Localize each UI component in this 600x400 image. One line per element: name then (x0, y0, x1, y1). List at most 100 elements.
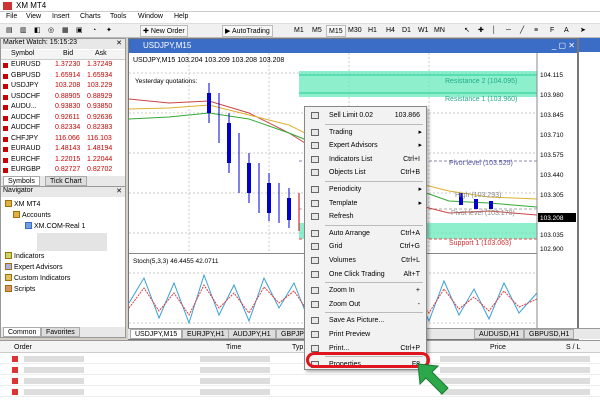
menu-insert[interactable]: Insert (52, 13, 70, 20)
new-chart-icon[interactable]: ▤ (4, 25, 15, 37)
tf-m30[interactable]: M30 (346, 25, 364, 37)
cursor-icon[interactable]: ↖ (462, 25, 472, 37)
new-order-button[interactable]: ✚ New Order (140, 25, 188, 37)
history-icon[interactable]: ◔ (90, 25, 98, 37)
col-time: Time (226, 344, 242, 351)
chart-tab-usdjpy[interactable]: USDJPY,M15 (130, 329, 183, 339)
tab-common[interactable]: Common (3, 327, 42, 337)
crosshair-icon[interactable]: ✚ (476, 25, 486, 37)
nav-root[interactable]: XM MT4 (5, 200, 40, 208)
menu-item-zoom-out[interactable]: Zoom Out - (305, 298, 426, 311)
market-watch-row[interactable]: USDCHF 0.88905 0.88929 (1, 93, 125, 104)
menu-item-grid[interactable]: Grid Ctrl+G (305, 240, 426, 253)
menu-item-print-preview[interactable]: Print Preview (305, 328, 426, 341)
menu-item-icon (311, 169, 319, 177)
tf-m15[interactable]: M15 (326, 25, 346, 37)
chart-tab-gbpusd[interactable]: GBPUSD,H1 (524, 329, 575, 339)
close-icon[interactable]: ✕ (116, 187, 122, 195)
menu-view[interactable]: View (26, 13, 41, 20)
menu-file[interactable]: File (6, 13, 17, 20)
table-row[interactable] (0, 354, 600, 364)
menu-item-icon (311, 243, 319, 251)
tester-icon[interactable]: ▣ (74, 25, 85, 37)
channel-icon[interactable]: ≡ (532, 25, 540, 37)
tf-d1[interactable]: D1 (400, 25, 413, 37)
menu-item-one-click-trading[interactable]: One Click Trading Alt+T (305, 268, 426, 281)
price-scale: 104.115 103.980 103.845 103.710 103.575 … (538, 72, 576, 253)
menu-item-icon (311, 257, 319, 264)
arrow-icon[interactable]: ➤ (578, 25, 588, 37)
menu-item-zoom-in[interactable]: Zoom In + (305, 284, 426, 297)
nav-accounts-label: Accounts (22, 212, 51, 219)
market-watch-row[interactable]: USDJPY 103.208 103.229 (1, 82, 125, 93)
tf-h1[interactable]: H1 (366, 25, 379, 37)
tab-tick-chart[interactable]: Tick Chart (45, 176, 87, 186)
menu-item-sell-limit-0-02[interactable]: Sell Limit 0.02 103.866 (305, 109, 426, 122)
menu-charts[interactable]: Charts (80, 13, 101, 20)
menu-item-auto-arrange[interactable]: Auto Arrange Ctrl+A (305, 227, 426, 240)
options-icon[interactable]: ✦ (104, 25, 114, 37)
menu-item-save-as-picture[interactable]: Save As Picture... (305, 314, 426, 327)
price-tick: 104.115 (540, 72, 563, 79)
nav-custom[interactable]: Custom Indicators (5, 274, 70, 282)
menu-item-template[interactable]: Template ▸ (305, 197, 426, 210)
tf-mn[interactable]: MN (432, 25, 447, 37)
terminal-icon[interactable]: ▦ (60, 25, 71, 37)
vertical-line-icon[interactable]: │ (490, 25, 498, 37)
market-watch-row[interactable]: AUDU... 0.93830 0.93850 (1, 103, 125, 114)
menu-item-objects-list[interactable]: Objects List Ctrl+B (305, 166, 426, 179)
bid: 0.82727 (55, 166, 81, 173)
tf-w1[interactable]: W1 (416, 25, 431, 37)
menu-separator (325, 123, 423, 125)
menu-item-periodicity[interactable]: Periodicity ▸ (305, 183, 426, 196)
navigator-icon[interactable]: ◎ (46, 25, 56, 37)
trendline-icon[interactable]: ╱ (518, 25, 526, 37)
current-price: 103.208 (540, 215, 564, 222)
profiles-icon[interactable]: ▥ (18, 25, 29, 37)
table-row[interactable] (0, 387, 600, 397)
market-watch-row[interactable]: EURUSD 1.37230 1.37249 (1, 61, 125, 72)
menu-tools[interactable]: Tools (110, 13, 126, 20)
table-row[interactable] (0, 365, 600, 375)
tab-symbols[interactable]: Symbols (3, 176, 40, 186)
market-watch-icon[interactable]: ◧ (32, 25, 43, 37)
menu-item-indicators-list[interactable]: Indicators List Ctrl+I (305, 153, 426, 166)
chart-tab-eurjpy[interactable]: EURJPY,H1 (182, 329, 230, 339)
market-watch-row[interactable]: AUDCHF 0.92611 0.92636 (1, 114, 125, 125)
menu-window[interactable]: Window (138, 13, 163, 20)
menu-item-trading[interactable]: Trading ▸ (305, 126, 426, 139)
fibo-icon[interactable]: F (548, 25, 556, 37)
nav-account-real[interactable]: XM.COM-Real 1 (25, 222, 85, 230)
market-watch-row[interactable]: EURAUD 1.48143 1.48194 (1, 145, 125, 156)
tf-m5[interactable]: M5 (310, 25, 324, 37)
market-watch-row[interactable]: AUDCHF 0.82334 0.82383 (1, 124, 125, 135)
menu-item-volumes[interactable]: Volumes Ctrl+L (305, 254, 426, 267)
nav-accounts[interactable]: Accounts (13, 211, 51, 219)
app-icon (3, 2, 12, 10)
chart-tab-audjpy[interactable]: AUDJPY,H1 (228, 329, 276, 339)
market-watch-row[interactable]: CHFJPY 116.066 116.103 (1, 135, 125, 146)
menu-item-label: Zoom In (329, 287, 355, 295)
close-icon[interactable]: ✕ (116, 39, 122, 47)
tab-favorites[interactable]: Favorites (41, 327, 80, 337)
table-row[interactable] (0, 376, 600, 386)
menu-help[interactable]: Help (174, 13, 188, 20)
market-watch-row[interactable]: GBPUSD 1.65914 1.65934 (1, 72, 125, 83)
nav-scripts[interactable]: Scripts (5, 285, 35, 293)
auto-trading-button[interactable]: ▶ AutoTrading (222, 25, 273, 37)
menu-item-icon (311, 270, 319, 278)
tf-h4[interactable]: H4 (384, 25, 397, 37)
tf-m1[interactable]: M1 (292, 25, 306, 37)
menu-item-refresh[interactable]: Refresh (305, 210, 426, 223)
nav-experts[interactable]: Expert Advisors (5, 263, 63, 271)
chart-tab-audusd[interactable]: AUDUSD,H1 (474, 329, 525, 339)
market-watch-row[interactable]: EURCHF 1.22015 1.22044 (1, 156, 125, 167)
app-title: XM MT4 (16, 1, 47, 10)
horizontal-line-icon[interactable]: ─ (504, 25, 513, 37)
nav-indicators[interactable]: Indicators (5, 252, 44, 260)
second-chart-window[interactable] (578, 38, 600, 340)
window-controls-icon[interactable]: _ ▢ ✕ (552, 41, 575, 50)
menu-item-expert-advisors[interactable]: Expert Advisors ▸ (305, 139, 426, 152)
text-icon[interactable]: A (562, 25, 571, 37)
col-bid: Bid (63, 50, 74, 57)
